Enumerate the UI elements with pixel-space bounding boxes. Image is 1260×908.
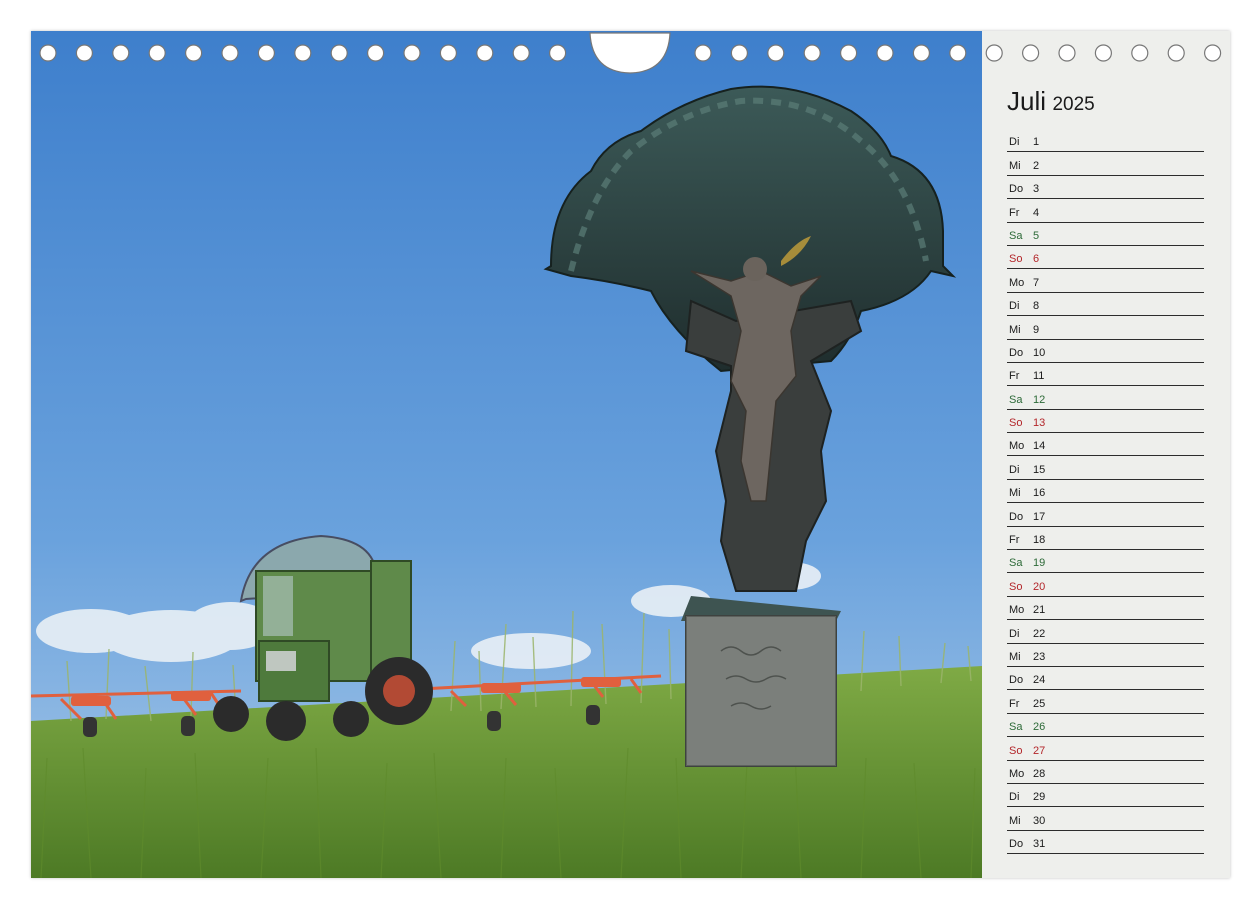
day-number: 3: [1033, 183, 1040, 196]
weekday-label: Di: [1009, 627, 1020, 640]
day-number: 14: [1033, 440, 1046, 453]
day-number: 16: [1033, 487, 1046, 500]
day-row: Sa 26: [1007, 714, 1204, 738]
day-row: Do 31: [1007, 831, 1204, 855]
weekday-label: Fr: [1009, 206, 1020, 219]
day-number: 2: [1033, 159, 1040, 172]
weekday-label: Di: [1009, 463, 1020, 476]
day-row: Do 17: [1007, 503, 1204, 527]
day-number: 18: [1033, 534, 1046, 547]
weekday-label: Di: [1009, 300, 1020, 313]
weekday-label: Mi: [1009, 159, 1021, 172]
month-photo: [31, 31, 982, 878]
day-number: 15: [1033, 463, 1046, 476]
day-number: 5: [1033, 229, 1040, 242]
day-row: So 6: [1007, 246, 1204, 270]
weekday-label: Mi: [1009, 323, 1021, 336]
day-row: Fr 18: [1007, 527, 1204, 551]
weekday-label: So: [1009, 580, 1023, 593]
day-number: 26: [1033, 721, 1046, 734]
day-row: Fr 4: [1007, 199, 1204, 223]
weekday-label: Do: [1009, 183, 1024, 196]
month-title: Juli 2025: [1007, 86, 1095, 120]
day-row: Mo 21: [1007, 597, 1204, 621]
weekday-label: Mo: [1009, 276, 1025, 289]
day-number: 25: [1033, 697, 1046, 710]
day-number: 19: [1033, 557, 1046, 570]
day-row: Mo 14: [1007, 433, 1204, 457]
day-row: Fr 11: [1007, 363, 1204, 387]
day-row: Mi 23: [1007, 644, 1204, 667]
weekday-label: Mi: [1009, 650, 1021, 663]
day-number: 9: [1033, 323, 1040, 336]
day-number: 24: [1033, 674, 1046, 687]
day-number: 21: [1033, 604, 1046, 617]
day-row: Sa 19: [1007, 550, 1204, 574]
weekday-label: Do: [1009, 674, 1024, 687]
day-row: So 27: [1007, 737, 1204, 761]
day-number: 8: [1033, 300, 1040, 313]
day-row: Di 29: [1007, 784, 1204, 808]
day-row: So 20: [1007, 573, 1204, 597]
weekday-label: Sa: [1009, 557, 1023, 570]
weekday-label: Sa: [1009, 229, 1023, 242]
weekday-label: Do: [1009, 510, 1024, 523]
weekday-label: Fr: [1009, 697, 1020, 710]
day-number: 17: [1033, 510, 1046, 523]
day-row: Di 22: [1007, 620, 1204, 644]
day-row: Mi 16: [1007, 480, 1204, 504]
day-number: 22: [1033, 627, 1046, 640]
day-number: 10: [1033, 346, 1046, 359]
weekday-label: So: [1009, 417, 1023, 430]
weekday-label: Sa: [1009, 721, 1023, 734]
day-number: 12: [1033, 393, 1046, 406]
weekday-label: Mo: [1009, 767, 1025, 780]
day-number: 13: [1033, 417, 1046, 430]
day-number: 6: [1033, 253, 1040, 266]
day-row: So 13: [1007, 410, 1204, 434]
day-number: 28: [1033, 767, 1046, 780]
weekday-label: Mo: [1009, 440, 1025, 453]
month-name: Juli: [1007, 86, 1047, 116]
day-row: Mi 2: [1007, 152, 1204, 176]
day-row: Sa 5: [1007, 223, 1204, 246]
day-row: Sa 12: [1007, 386, 1204, 410]
day-number: 31: [1033, 838, 1046, 851]
day-number: 7: [1033, 276, 1040, 289]
day-number: 30: [1033, 814, 1046, 827]
day-row: Do 10: [1007, 340, 1204, 363]
day-number: 4: [1033, 206, 1040, 219]
year: 2025: [1052, 94, 1095, 115]
day-row: Mo 28: [1007, 761, 1204, 784]
weekday-label: Sa: [1009, 393, 1023, 406]
weekday-label: So: [1009, 744, 1023, 757]
weekday-label: So: [1009, 253, 1023, 266]
day-number: 27: [1033, 744, 1046, 757]
day-row: Do 24: [1007, 667, 1204, 691]
day-number: 11: [1033, 370, 1045, 383]
day-number: 29: [1033, 791, 1046, 804]
day-row: Mo 7: [1007, 269, 1204, 293]
day-number: 1: [1033, 136, 1040, 149]
weekday-label: Do: [1009, 346, 1024, 359]
weekday-label: Do: [1009, 838, 1024, 851]
day-row: Di 15: [1007, 456, 1204, 480]
day-number: 20: [1033, 580, 1046, 593]
weekday-label: Fr: [1009, 534, 1020, 547]
day-row: Fr 25: [1007, 690, 1204, 714]
weekday-label: Mi: [1009, 487, 1021, 500]
day-row: Mi 9: [1007, 316, 1204, 340]
day-row: Di 1: [1007, 129, 1204, 153]
day-row: Di 8: [1007, 293, 1204, 317]
day-number: 23: [1033, 650, 1046, 663]
day-row: Do 3: [1007, 176, 1204, 200]
weekday-label: Di: [1009, 136, 1020, 149]
weekday-label: Mi: [1009, 814, 1021, 827]
weekday-label: Fr: [1009, 370, 1020, 383]
weekday-label: Di: [1009, 791, 1020, 804]
day-row: Mi 30: [1007, 807, 1204, 831]
weekday-label: Mo: [1009, 604, 1025, 617]
day-list: Di 1 Mi 2 Do 3 Fr 4 Sa 5 So 6 Mo 7 Di 8 Mi 9 Do 10 Fr 11 Sa 12 S…: [1007, 129, 1204, 855]
